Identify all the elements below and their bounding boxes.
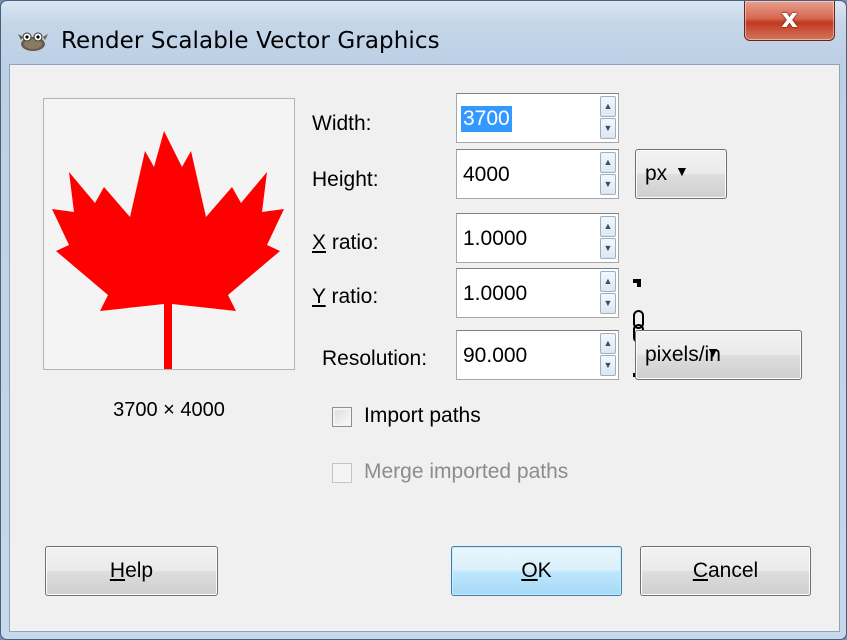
height-increment-icon[interactable]: ▲ bbox=[600, 152, 616, 173]
y-ratio-increment-icon[interactable]: ▲ bbox=[600, 271, 616, 292]
width-increment-icon[interactable]: ▲ bbox=[600, 96, 616, 117]
image-dimensions: 3700 × 4000 bbox=[113, 399, 225, 421]
close-icon: x bbox=[781, 4, 798, 34]
resolution-decrement-icon[interactable]: ▼ bbox=[600, 355, 616, 376]
x-ratio-spinner[interactable]: 1.0000 ▲ ▼ bbox=[456, 213, 619, 263]
resolution-spinner[interactable]: 90.000 ▲ ▼ bbox=[456, 330, 619, 380]
gimp-app-icon bbox=[18, 32, 48, 51]
width-spinner[interactable]: 3700 ▲ ▼ bbox=[456, 93, 619, 143]
y-ratio-decrement-icon[interactable]: ▼ bbox=[600, 293, 616, 314]
x-ratio-label: X ratio: bbox=[312, 231, 379, 254]
svg-import-dialog: Render Scalable Vector Graphics x 3700 ×… bbox=[0, 0, 847, 640]
dialog-body: 3700 × 4000 Width: 3700 ▲ ▼ Height: 4000… bbox=[9, 64, 840, 632]
x-ratio-input[interactable]: 1.0000 bbox=[463, 226, 527, 252]
maple-leaf-image bbox=[52, 131, 284, 369]
width-label: Width: bbox=[312, 112, 372, 135]
height-label: Height: bbox=[312, 168, 379, 191]
svg-preview bbox=[43, 98, 295, 370]
width-input[interactable]: 3700 bbox=[461, 106, 512, 132]
x-ratio-decrement-icon[interactable]: ▼ bbox=[600, 238, 616, 259]
chevron-down-icon: ▼ bbox=[675, 163, 689, 179]
import-paths-checkbox[interactable] bbox=[332, 407, 352, 427]
merge-paths-label: Merge imported paths bbox=[364, 460, 569, 483]
y-ratio-label: Y ratio: bbox=[312, 285, 379, 308]
help-button[interactable]: Help bbox=[45, 546, 218, 596]
y-ratio-spinner[interactable]: 1.0000 ▲ ▼ bbox=[456, 268, 619, 318]
height-input[interactable]: 4000 bbox=[463, 162, 510, 188]
chevron-down-icon: ▼ bbox=[706, 344, 720, 360]
import-paths-label[interactable]: Import paths bbox=[364, 404, 481, 428]
unit-dropdown-value: px bbox=[645, 162, 668, 185]
width-decrement-icon[interactable]: ▼ bbox=[600, 118, 616, 139]
merge-paths-checkbox bbox=[332, 463, 352, 483]
resolution-increment-icon[interactable]: ▲ bbox=[600, 333, 616, 354]
resolution-label: Resolution: bbox=[322, 347, 428, 370]
cancel-button[interactable]: Cancel bbox=[640, 546, 811, 596]
resolution-input[interactable]: 90.000 bbox=[463, 343, 527, 369]
dialog-title: Render Scalable Vector Graphics bbox=[61, 28, 440, 54]
title-bar[interactable]: Render Scalable Vector Graphics x bbox=[1, 1, 847, 65]
resolution-unit-dropdown[interactable]: pixels/in ▼ bbox=[635, 330, 802, 380]
y-ratio-input[interactable]: 1.0000 bbox=[463, 281, 527, 307]
unit-dropdown[interactable]: px ▼ bbox=[635, 149, 727, 199]
ok-button[interactable]: OK bbox=[451, 546, 622, 596]
height-spinner[interactable]: 4000 ▲ ▼ bbox=[456, 149, 619, 199]
close-button[interactable]: x bbox=[744, 1, 835, 41]
x-ratio-increment-icon[interactable]: ▲ bbox=[600, 216, 616, 237]
height-decrement-icon[interactable]: ▼ bbox=[600, 174, 616, 195]
